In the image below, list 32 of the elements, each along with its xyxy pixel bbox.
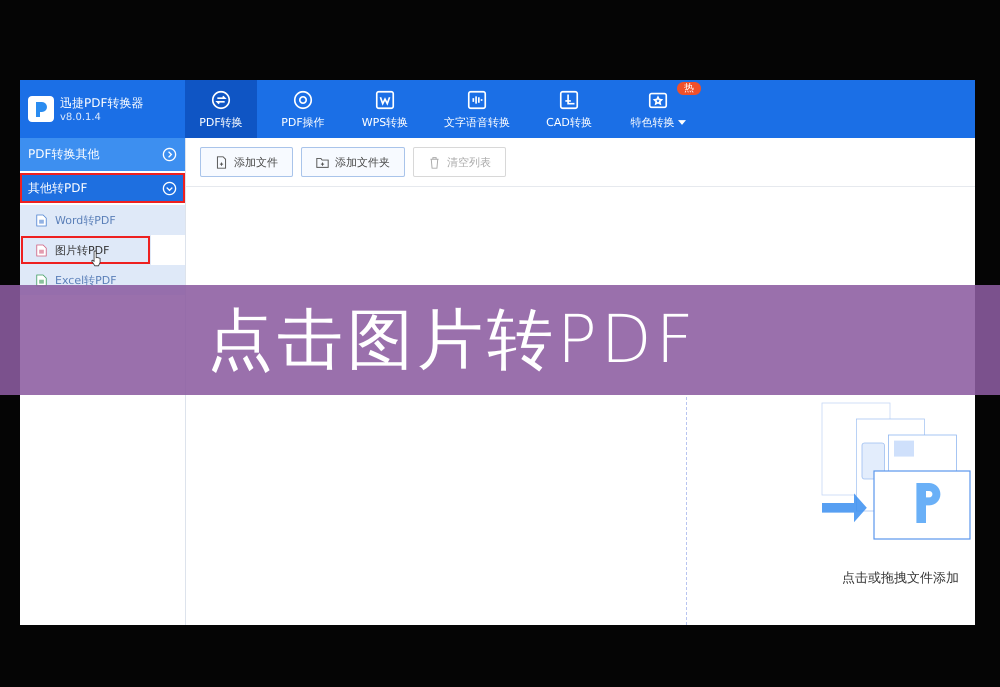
document-icon <box>36 214 47 226</box>
nav-tab[interactable]: CAD转换 <box>533 80 605 138</box>
nav-tab[interactable]: WPS转换 <box>349 80 421 138</box>
nav-tab[interactable]: PDF转换 <box>185 80 257 138</box>
trash-icon <box>428 156 441 168</box>
sidebar-group[interactable]: PDF转换其他 <box>20 138 185 171</box>
app-logo-icon <box>28 96 54 122</box>
sidebar-group[interactable]: 其他转PDF <box>20 173 185 203</box>
gear-icon <box>292 88 314 110</box>
chevron-icon <box>162 147 177 162</box>
caption-text: 点击图片转PDF <box>207 300 698 380</box>
app-title: 迅捷PDF转换器 <box>60 95 144 112</box>
folder-icon <box>316 156 329 168</box>
waveform-icon <box>466 88 488 110</box>
drop-zone[interactable]: 点击或拖拽文件添加 <box>686 397 975 625</box>
toolbar-button[interactable]: 添加文件 <box>200 147 293 177</box>
nav-tab[interactable]: 文字语音转换 <box>431 80 523 138</box>
file-icon <box>215 156 228 168</box>
chevron-icon <box>162 180 177 196</box>
document-icon <box>36 274 47 286</box>
sidebar-item[interactable]: Word转PDF <box>20 205 185 235</box>
drop-hint: 点击或拖拽文件添加 <box>842 570 959 587</box>
letter-w-icon <box>374 88 396 110</box>
document-icon <box>36 244 47 256</box>
swap-icon <box>210 88 232 110</box>
corner-icon <box>558 88 580 110</box>
hot-badge: 热 <box>677 82 701 95</box>
toolbar-button[interactable]: 添加文件夹 <box>301 147 405 177</box>
app-version: v8.0.1.4 <box>60 112 102 123</box>
nav-tab[interactable]: PDF操作 <box>267 80 339 138</box>
nav-tab[interactable]: 特色转换 热 <box>615 80 701 138</box>
sidebar-item[interactable]: 图片转PDF <box>20 235 151 265</box>
